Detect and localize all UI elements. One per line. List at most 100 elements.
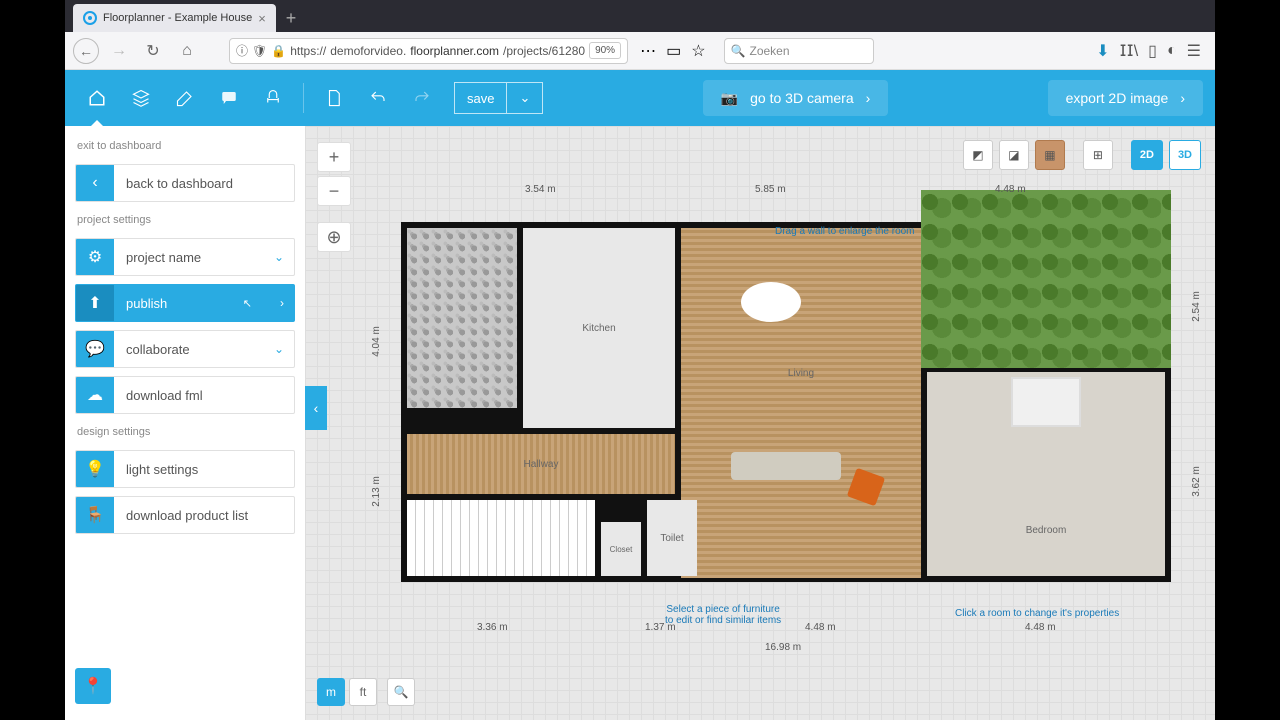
floorplan[interactable]: Kitchen Living Hallway Closet Toilet Bed… bbox=[401, 222, 1171, 582]
patio[interactable] bbox=[407, 228, 517, 408]
sofa[interactable] bbox=[731, 452, 841, 480]
account-icon[interactable]: ◐ bbox=[1167, 42, 1177, 60]
app-toolbar: save ⌄ 📷 go to 3D camera › export 2D ima… bbox=[65, 70, 1215, 126]
undo-button[interactable] bbox=[358, 78, 398, 118]
chevron-down-icon: ⌄ bbox=[274, 342, 294, 356]
cursor-icon: ↖ bbox=[243, 297, 280, 310]
back-button[interactable]: ← bbox=[73, 38, 99, 64]
home-tool-icon[interactable] bbox=[77, 78, 117, 118]
library-icon[interactable]: 𝖨𝖨\ bbox=[1120, 41, 1139, 61]
bookmark-icon[interactable]: ☆ bbox=[691, 41, 705, 61]
tab-title: Floorplanner - Example House bbox=[103, 12, 252, 24]
dim-left-2: 2.13 m bbox=[371, 476, 382, 507]
bulb-icon: 💡 bbox=[76, 450, 114, 488]
app-body: exit to dashboard ‹ back to dashboard pr… bbox=[65, 126, 1215, 720]
sidebar-icon[interactable]: ▯ bbox=[1148, 41, 1157, 61]
hallway-room[interactable]: Hallway bbox=[407, 434, 675, 494]
design-settings-label: design settings bbox=[75, 422, 295, 442]
camera-label: go to 3D camera bbox=[750, 90, 854, 106]
collaborate-item[interactable]: 💬 collaborate ⌄ bbox=[75, 330, 295, 368]
reader-icon[interactable]: ▭ bbox=[666, 41, 681, 61]
kitchen-room[interactable]: Kitchen bbox=[523, 228, 675, 428]
reload-button[interactable]: ↻ bbox=[139, 37, 167, 65]
hint-furniture: Select a piece of furniture to edit or f… bbox=[665, 604, 781, 626]
export-label: export 2D image bbox=[1066, 90, 1169, 106]
surface-2-button[interactable]: ◪ bbox=[999, 140, 1029, 170]
furniture-tool-icon[interactable] bbox=[253, 78, 293, 118]
toilet-room[interactable]: Toilet bbox=[647, 500, 697, 576]
forward-button[interactable]: → bbox=[105, 37, 133, 65]
living-room[interactable]: Living bbox=[681, 228, 921, 578]
save-dropdown[interactable]: ⌄ bbox=[506, 82, 543, 114]
surface-3-button[interactable]: ▦ bbox=[1035, 140, 1065, 170]
chevron-right-icon: › bbox=[866, 90, 871, 106]
garden[interactable] bbox=[921, 190, 1171, 368]
search-bar[interactable]: 🔍 Zoeken bbox=[724, 38, 874, 64]
stairs[interactable] bbox=[407, 500, 595, 576]
dim-bot-4: 4.48 m bbox=[1025, 622, 1056, 633]
view-3d-button[interactable]: 3D bbox=[1169, 140, 1201, 170]
url-host: demoforvideo. bbox=[330, 44, 406, 58]
zoom-in-button[interactable]: + bbox=[317, 142, 351, 172]
dim-left-1: 4.04 m bbox=[371, 326, 382, 357]
collapse-sidebar[interactable]: ‹ bbox=[305, 386, 327, 430]
unit-controls: m ft 🔍 bbox=[317, 678, 415, 706]
url-prefix: https:// bbox=[290, 44, 326, 58]
lock-icon: 🔒 bbox=[271, 44, 286, 58]
new-tab-button[interactable]: + bbox=[276, 4, 307, 32]
browser-navbar: ← → ↻ ⌂ ⓘ 🛡 🔒 https:// demoforvideo. floor… bbox=[65, 32, 1215, 70]
search-placeholder: Zoeken bbox=[750, 44, 790, 58]
chevron-down-icon: ⌄ bbox=[274, 250, 294, 264]
chair-icon: 🪑 bbox=[76, 496, 114, 534]
layers-tool-icon[interactable] bbox=[121, 78, 161, 118]
dim-right-2: 3.62 m bbox=[1191, 466, 1202, 497]
location-button[interactable]: 📍 bbox=[75, 668, 111, 704]
unit-ft-button[interactable]: ft bbox=[349, 678, 377, 706]
project-name-item[interactable]: ⚙ project name ⌄ bbox=[75, 238, 295, 276]
surface-1-button[interactable]: ◩ bbox=[963, 140, 993, 170]
dim-top-1: 3.54 m bbox=[525, 184, 556, 195]
download-fml-item[interactable]: ☁ download fml bbox=[75, 376, 295, 414]
close-tab-icon[interactable]: × bbox=[258, 11, 266, 26]
back-to-dashboard[interactable]: ‹ back to dashboard bbox=[75, 164, 295, 202]
redo-button[interactable] bbox=[402, 78, 442, 118]
bed[interactable] bbox=[1011, 377, 1081, 427]
shield-icon[interactable]: 🛡 bbox=[252, 44, 267, 58]
light-settings-item[interactable]: 💡 light settings bbox=[75, 450, 295, 488]
closet-room[interactable]: Closet bbox=[601, 522, 641, 576]
zoom-out-button[interactable]: − bbox=[317, 176, 351, 206]
menu-icon[interactable]: ☰ bbox=[1187, 41, 1201, 61]
zoom-indicator[interactable]: 90% bbox=[589, 42, 621, 59]
publish-item[interactable]: ⬆ publish ↖ › bbox=[75, 284, 295, 322]
home-button[interactable]: ⌂ bbox=[173, 37, 201, 65]
unit-m-button[interactable]: m bbox=[317, 678, 345, 706]
cloud-download-icon: ☁ bbox=[76, 376, 114, 414]
upload-icon: ⬆ bbox=[76, 284, 114, 322]
file-tool-icon[interactable] bbox=[314, 78, 354, 118]
camera-button[interactable]: 📷 go to 3D camera › bbox=[703, 80, 889, 116]
product-list-item[interactable]: 🪑 download product list bbox=[75, 496, 295, 534]
locate-button[interactable]: ⊕ bbox=[317, 222, 351, 252]
more-icon[interactable]: ⋯ bbox=[640, 41, 656, 61]
build-tool-icon[interactable] bbox=[165, 78, 205, 118]
dim-total: 16.98 m bbox=[765, 642, 801, 653]
info-icon[interactable]: ⓘ bbox=[236, 42, 248, 59]
download-icon[interactable]: ⬇ bbox=[1096, 41, 1109, 61]
canvas[interactable]: + − ⊕ ◩ ◪ ▦ ⊞ 2D 3D bbox=[305, 126, 1215, 720]
url-domain: floorplanner.com bbox=[410, 44, 499, 58]
view-2d-button[interactable]: 2D bbox=[1131, 140, 1163, 170]
gear-icon: ⚙ bbox=[76, 238, 114, 276]
export-button[interactable]: export 2D image › bbox=[1048, 80, 1203, 116]
address-bar[interactable]: ⓘ 🛡 🔒 https:// demoforvideo. floorplanner.… bbox=[229, 38, 628, 64]
magnify-button[interactable]: 🔍 bbox=[387, 678, 415, 706]
chevron-right-icon: › bbox=[1180, 90, 1185, 106]
dining-table[interactable] bbox=[741, 282, 801, 322]
browser-tab[interactable]: Floorplanner - Example House × bbox=[73, 4, 276, 32]
page-actions: ⋯ ▭ ☆ bbox=[634, 41, 711, 61]
settings-view-button[interactable]: ⊞ bbox=[1083, 140, 1113, 170]
camera-icon: 📷 bbox=[721, 90, 738, 107]
browser-actions: ⬇ 𝖨𝖨\ ▯ ◐ ☰ bbox=[1096, 41, 1207, 61]
save-button[interactable]: save bbox=[454, 82, 506, 114]
chat-icon: 💬 bbox=[76, 330, 114, 368]
comment-tool-icon[interactable] bbox=[209, 78, 249, 118]
